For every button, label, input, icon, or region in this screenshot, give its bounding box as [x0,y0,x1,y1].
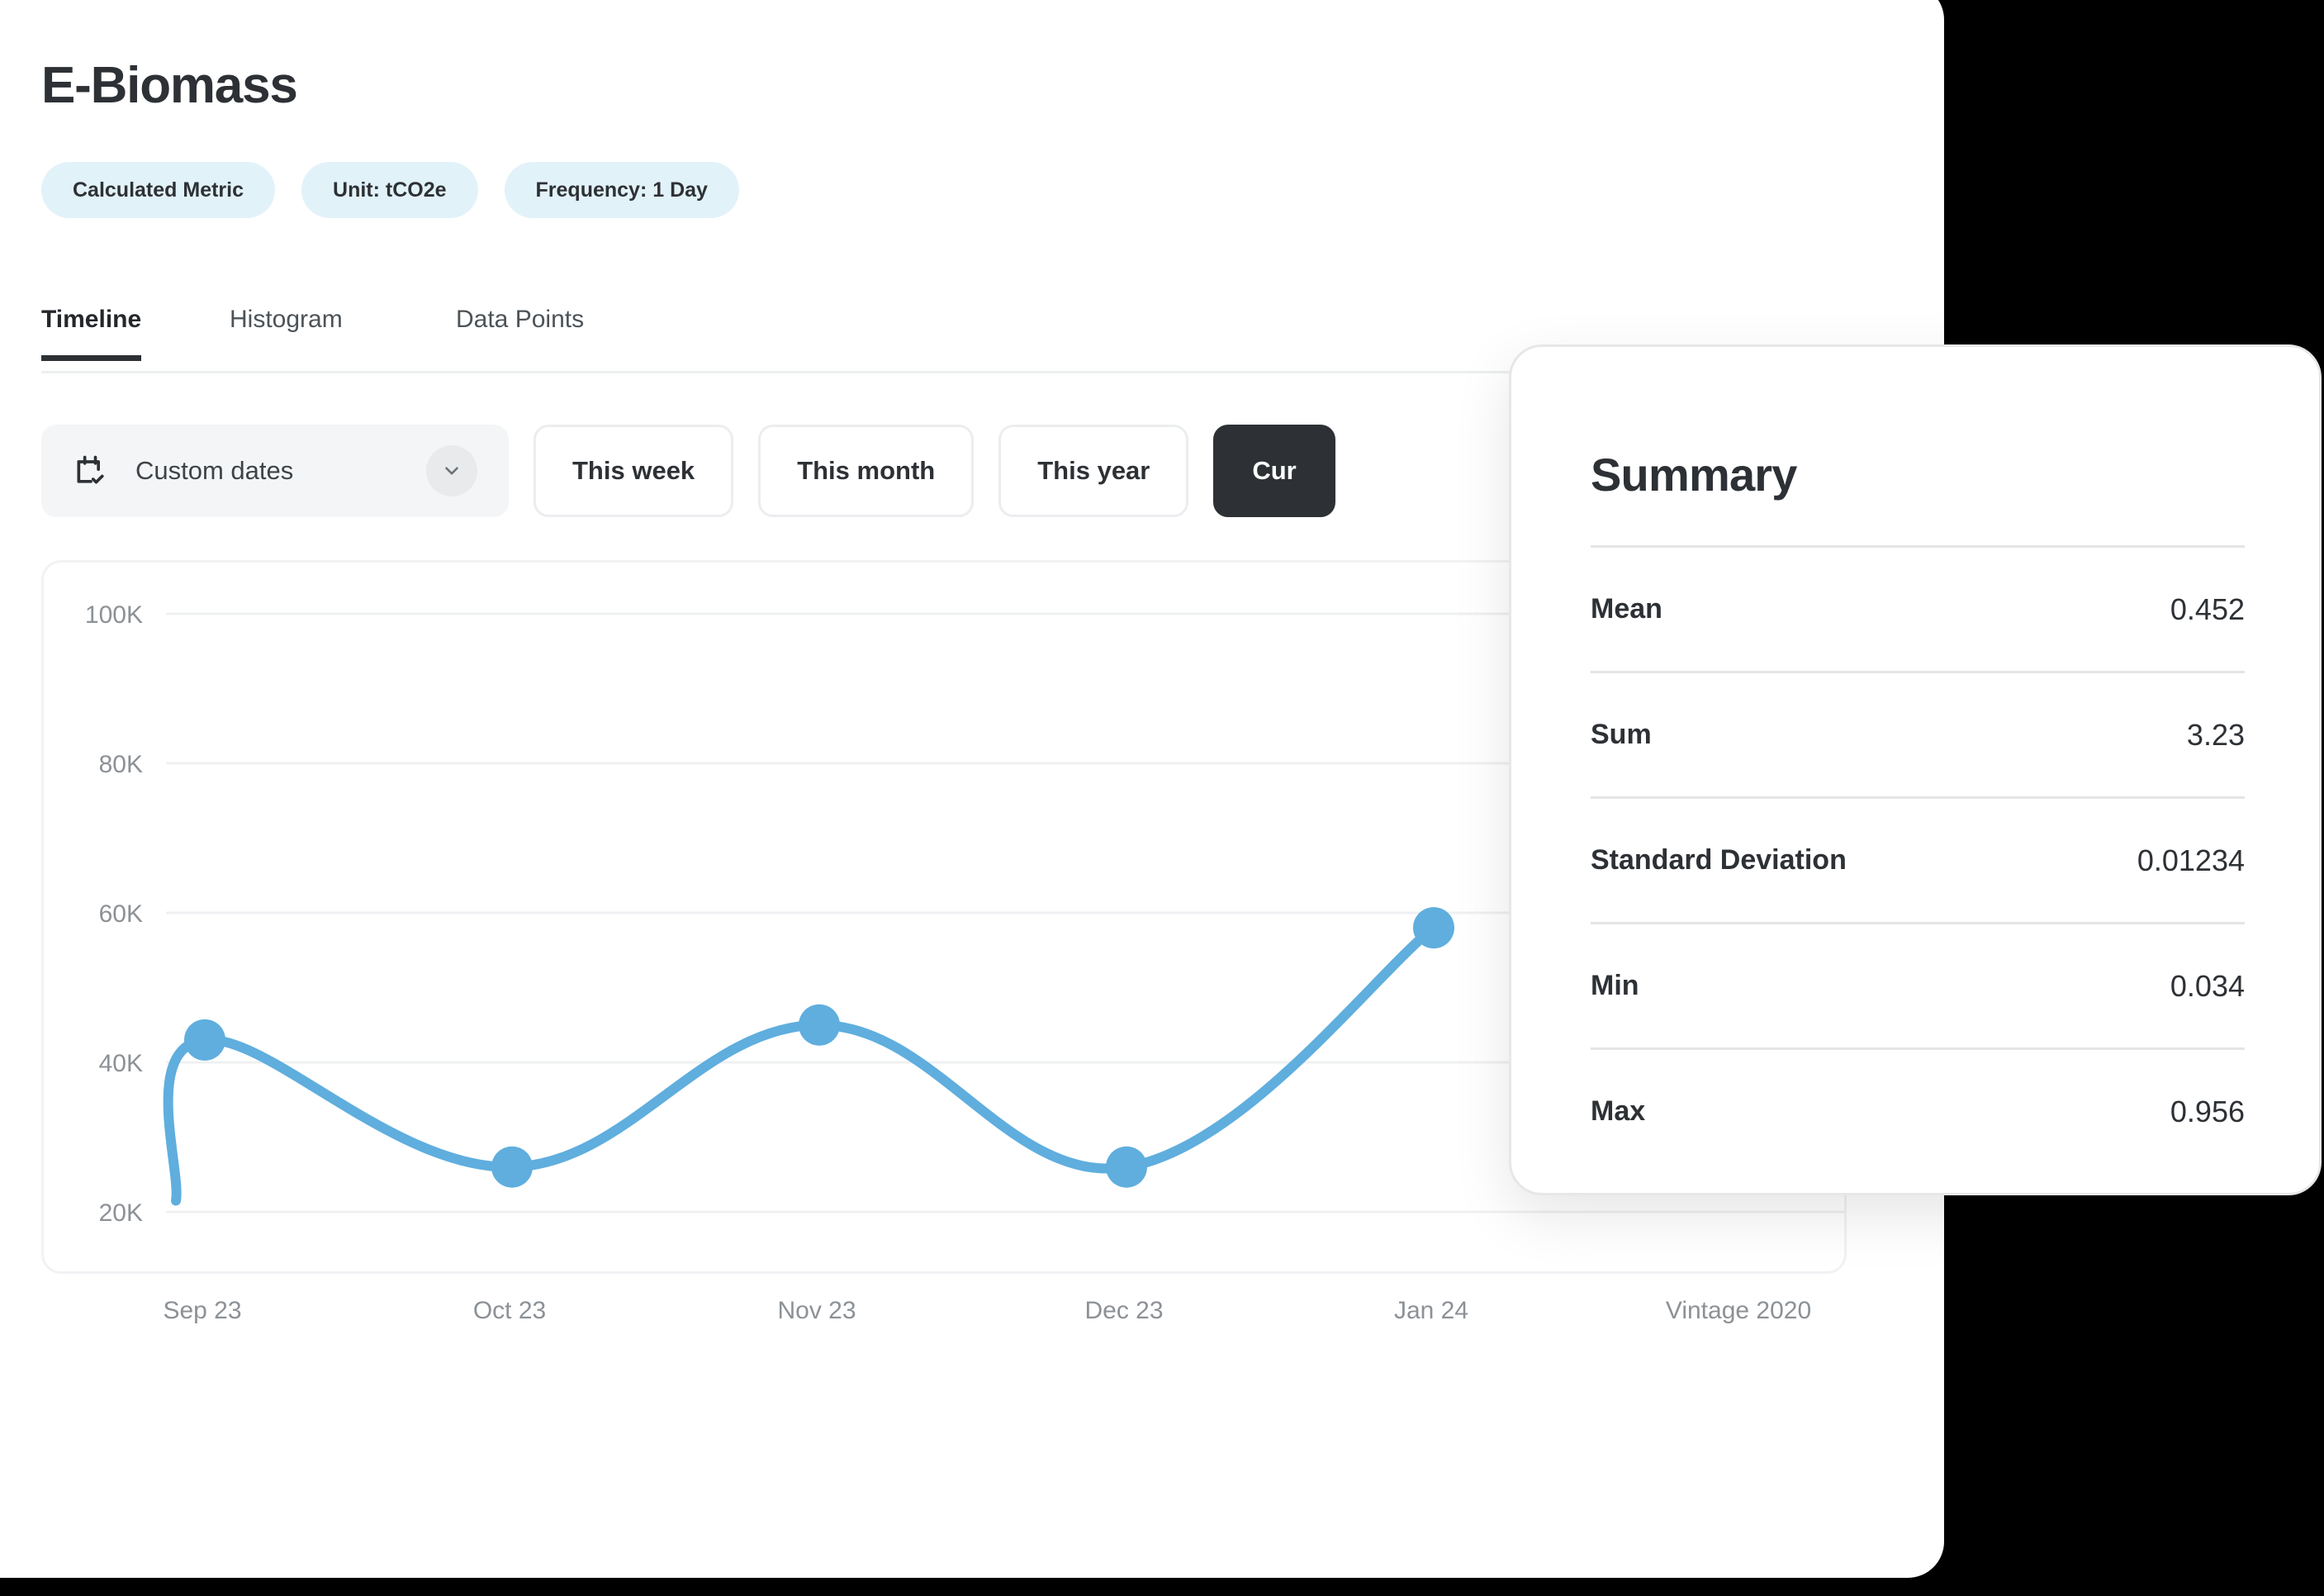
custom-dates-label: Custom dates [135,456,294,485]
chart-y-tick-label: 100K [85,601,143,629]
tab-timeline[interactable]: Timeline [41,306,142,361]
chart-data-point[interactable] [799,1004,840,1046]
summary-row: Max 0.956 [1591,1047,2245,1173]
range-button-current[interactable]: Cur [1213,425,1335,517]
tab-histogram[interactable]: Histogram [230,306,343,355]
summary-title: Summary [1591,449,1797,501]
chart-y-tick-label: 40K [99,1050,143,1077]
range-button-this-month[interactable]: This month [758,425,975,517]
badge-unit: Unit: tCO2e [301,162,478,218]
chart-x-tick-label: Oct 23 [472,1297,547,1324]
chart-x-tick-label: Nov 23 [777,1297,856,1324]
summary-row-label: Mean [1591,593,1662,625]
summary-row-value: 0.452 [2170,591,2245,626]
screen-root: E-Biomass Calculated Metric Unit: tCO2e … [0,0,2324,1596]
summary-row: Min 0.034 [1591,922,2245,1047]
chevron-down-icon[interactable] [426,445,477,496]
summary-row: Mean 0.452 [1591,545,2245,671]
chart-line-series [163,923,1439,1206]
range-button-this-week[interactable]: This week [534,425,734,517]
chart-data-point[interactable] [1106,1146,1147,1188]
chart-data-point[interactable] [184,1019,225,1061]
chart-x-tick-label: Jan 24 [1393,1297,1469,1324]
summary-row-label: Standard Deviation [1591,844,1847,876]
tab-data-points[interactable]: Data Points [456,306,584,355]
page-title: E-Biomass [41,57,298,114]
chart-x-tick-label: Dec 23 [1084,1297,1164,1324]
calendar-check-icon [73,453,109,489]
summary-row-label: Max [1591,1095,1646,1127]
range-button-this-year[interactable]: This year [998,425,1189,517]
summary-row: Standard Deviation 0.01234 [1591,796,2245,922]
chart-y-tick-label: 80K [99,751,143,778]
summary-row-value: 3.23 [2186,717,2245,752]
chart-x-axis: Sep 23 Oct 23 Nov 23 Dec 23 Jan 24 Vintage 20… [41,1297,1847,1347]
summary-row-list: Mean 0.452 Sum 3.23 Standard Deviation 0.0123… [1591,545,2245,1173]
badge-frequency: Frequency: 1 Day [504,162,739,218]
metric-badges: Calculated Metric Unit: tCO2e Frequency:… [41,162,739,218]
chart-y-tick-label: 20K [99,1199,143,1227]
summary-panel: Summary Mean 0.452 Sum 3.23 Standard Deviati… [1509,344,2322,1195]
summary-row-value: 0.01234 [2137,843,2245,877]
chart-x-tick-label: Sep 23 [163,1297,242,1324]
chart-y-tick-label: 60K [99,900,143,928]
summary-row-label: Sum [1591,719,1652,750]
summary-row-value: 0.956 [2170,1094,2245,1128]
chart-x-tick-label: Vintage 2020 [1665,1297,1812,1324]
chart-data-point[interactable] [491,1146,533,1188]
date-range-toolbar: Custom dates This week This month This y… [41,423,1335,519]
summary-row-label: Min [1591,970,1639,1001]
badge-calculated-metric: Calculated Metric [41,162,276,218]
summary-row-value: 0.034 [2170,968,2245,1003]
custom-dates-selector[interactable]: Custom dates [41,425,509,517]
chart-data-point[interactable] [1413,907,1454,949]
summary-row: Sum 3.23 [1591,671,2245,796]
